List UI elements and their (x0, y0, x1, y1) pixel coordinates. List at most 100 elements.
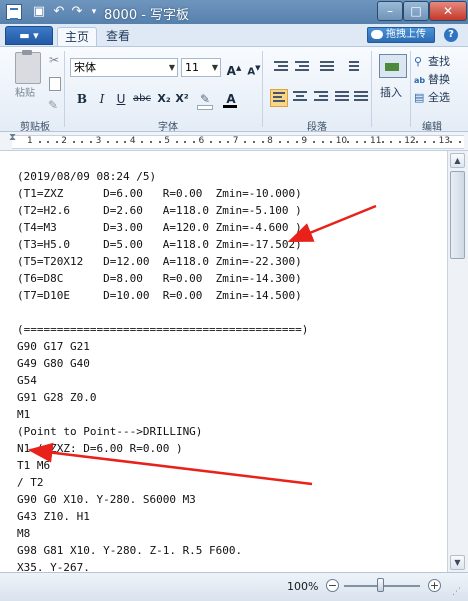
document-line[interactable]: (T4=M3 D=3.00 A=120.0 Zmin=-4.600 ) (17, 219, 308, 236)
document-page[interactable]: (2019/08/09 08:24 /5) (T1=ZXZ D=6.00 R=0.… (0, 151, 447, 572)
font-color-icon[interactable]: A (220, 89, 242, 109)
document-line[interactable]: G49 G80 G40 (17, 355, 308, 372)
document-line[interactable]: (T5=T20X12 D=12.00 A=118.0 Zmin=-22.300) (17, 253, 308, 270)
document-line[interactable]: / T2 (17, 474, 308, 491)
document-line[interactable]: (T2=H2.6 D=2.60 A=118.0 Zmin=-5.100 ) (17, 202, 308, 219)
ruler-tick (175, 141, 178, 143)
increase-indent-icon[interactable] (293, 59, 311, 77)
ruler-tick (150, 141, 153, 143)
document-line[interactable]: (Point to Point--->DRILLING) (17, 423, 308, 440)
justify-icon[interactable] (333, 89, 351, 107)
document-line[interactable]: G54 (17, 372, 308, 389)
select-all-button[interactable]: ▤ 全选 (414, 89, 450, 105)
upload-button[interactable]: 拖拽上传 (367, 27, 435, 43)
close-button[interactable]: ✕ (429, 1, 467, 21)
align-left-icon[interactable] (270, 89, 288, 107)
document-line[interactable]: M8 (17, 525, 308, 542)
decrease-indent-icon[interactable] (272, 59, 290, 77)
ruler-tick (364, 141, 367, 143)
shrink-font-button[interactable]: A▼ (244, 58, 264, 78)
paste-icon[interactable] (15, 50, 41, 84)
document-text[interactable]: (2019/08/09 08:24 /5) (T1=ZXZ D=6.00 R=0.… (17, 168, 308, 572)
wordpad-app-icon[interactable] (6, 4, 22, 20)
zoom-slider-thumb[interactable] (377, 578, 384, 592)
document-line[interactable]: (2019/08/09 08:24 /5) (17, 168, 308, 185)
font-size-select[interactable]: 11 ▼ (181, 58, 221, 77)
document-line[interactable]: X35. Y-267. (17, 559, 308, 572)
document-line[interactable]: N1 ( ZXZ: D=6.00 R=0.00 ) (17, 440, 308, 457)
subscript-button[interactable]: X₂ (154, 89, 174, 109)
document-line[interactable]: G43 Z10. H1 (17, 508, 308, 525)
redo-icon[interactable]: ↷ (68, 3, 86, 21)
align-right-icon[interactable] (312, 89, 330, 107)
insert-button[interactable]: 插入 (375, 52, 409, 104)
document-line[interactable]: (T1=ZXZ D=6.00 R=0.00 Zmin=-10.000) (17, 185, 308, 202)
font-size-value: 11 (185, 61, 199, 74)
ruler-tick (38, 141, 41, 143)
tab-view[interactable]: 查看 (98, 27, 138, 46)
ruler-tick (450, 141, 453, 143)
file-menu-button[interactable]: ▬ ▾ (5, 26, 53, 45)
document-line[interactable]: (T6=D8C D=8.00 R=0.00 Zmin=-14.300) (17, 270, 308, 287)
ruler-tick (355, 141, 358, 143)
document-line[interactable]: G90 G0 X10. Y-280. S6000 M3 (17, 491, 308, 508)
superscript-button[interactable]: X² (172, 89, 192, 109)
font-name-select[interactable]: 宋体 ▼ (70, 58, 178, 77)
paste-button-label[interactable]: 粘贴 (15, 84, 35, 99)
italic-button[interactable]: I (92, 89, 112, 109)
ruler[interactable]: 1 2 3 4 5 6 7 8 9 10 11 12 13 ⧗ (0, 132, 468, 151)
bold-button[interactable]: B (72, 89, 92, 109)
paragraph-group-label: 段落 (307, 122, 327, 133)
grow-font-button[interactable]: A▲ (224, 58, 244, 78)
paragraph-settings-icon[interactable] (352, 89, 370, 107)
strikethrough-button[interactable]: abc (131, 89, 153, 109)
align-center-icon[interactable] (291, 89, 309, 107)
ruler-number: 9 (301, 136, 308, 146)
ruler-tick (330, 141, 333, 143)
ruler-tick (398, 141, 401, 143)
document-line[interactable]: (T3=H5.0 D=5.00 A=118.0 Zmin=-17.502) (17, 236, 308, 253)
document-line[interactable] (17, 304, 308, 321)
minimize-button[interactable]: – (377, 1, 403, 21)
zoom-in-button[interactable]: + (428, 579, 441, 592)
format-painter-icon[interactable]: ✎ (48, 98, 58, 112)
scroll-down-icon[interactable]: ▼ (450, 555, 465, 570)
document-line[interactable]: (T7=D10E D=10.00 R=0.00 Zmin=-14.500) (17, 287, 308, 304)
ruler-tick (124, 141, 127, 143)
scroll-up-icon[interactable]: ▲ (450, 153, 465, 168)
ruler-track: 1 2 3 4 5 6 7 8 9 10 11 12 13 (12, 135, 464, 149)
vertical-scrollbar[interactable]: ▲ ▼ (447, 151, 468, 572)
ruler-tick (210, 141, 213, 143)
zoom-out-button[interactable]: − (326, 579, 339, 592)
underline-button[interactable]: U (111, 89, 131, 109)
customize-qat-icon[interactable]: ▾ (85, 3, 103, 21)
document-line[interactable]: G91 G28 Z0.0 (17, 389, 308, 406)
ruler-tick (115, 141, 118, 143)
document-line[interactable]: G90 G17 G21 (17, 338, 308, 355)
document-line[interactable]: G98 G81 X10. Y-280. Z-1. R.5 F600. (17, 542, 308, 559)
copy-icon[interactable] (49, 77, 61, 91)
document-line[interactable]: (=======================================… (17, 321, 308, 338)
tab-home[interactable]: 主页 (57, 27, 97, 46)
undo-icon[interactable]: ↶ (50, 3, 68, 21)
list-icon[interactable] (318, 59, 336, 77)
upload-button-label: 拖拽上传 (386, 29, 426, 40)
help-icon[interactable]: ? (444, 28, 458, 42)
save-icon[interactable]: ▣ (30, 3, 48, 21)
replace-label: 替换 (428, 73, 450, 86)
cut-icon[interactable]: ✂ (49, 53, 59, 67)
grow-font-label: A (226, 64, 236, 78)
binoculars-icon: ⚲ (414, 55, 423, 68)
maximize-button[interactable]: □ (403, 1, 429, 21)
line-spacing-icon[interactable] (343, 59, 361, 77)
resize-grip-icon[interactable]: ⋰ (452, 587, 461, 597)
ruler-number: 12 (404, 136, 416, 146)
highlight-color-icon[interactable]: ✎ (194, 89, 216, 110)
document-line[interactable]: T1 M6 (17, 457, 308, 474)
ruler-tick (81, 141, 84, 143)
replace-button[interactable]: ab 替换 (414, 71, 450, 87)
document-line[interactable]: M1 (17, 406, 308, 423)
scrollbar-thumb[interactable] (450, 171, 465, 259)
find-button[interactable]: ⚲ 查找 (414, 53, 450, 69)
indent-marker-icon[interactable]: ⧗ (9, 132, 16, 143)
